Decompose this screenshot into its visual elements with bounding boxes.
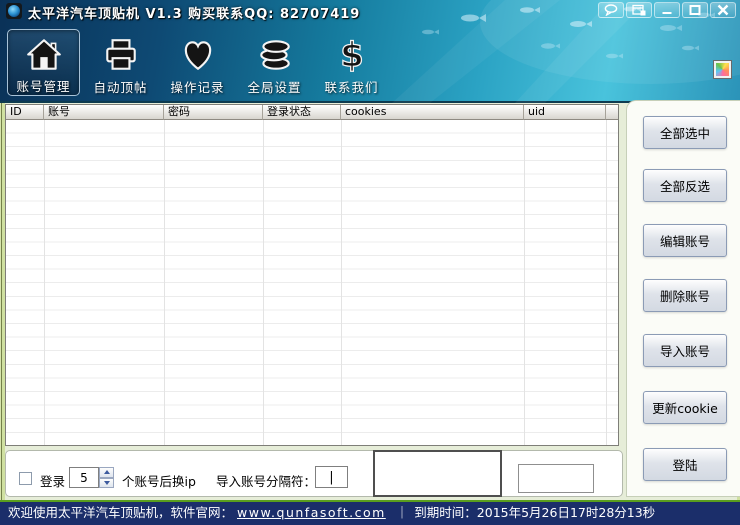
official-site-link[interactable]: www.qunfasoft.com [237, 505, 386, 520]
expiry-value: 2015年5月26日17时28分13秒 [477, 505, 655, 520]
window-title: 太平洋汽车顶贴机 V1.3 购买联系QQ: 82707419 [28, 3, 360, 22]
account-table-body[interactable] [6, 120, 618, 445]
minimize-button[interactable] [654, 2, 680, 18]
coins-icon [256, 34, 294, 76]
preview-box-small [518, 464, 594, 493]
toolbar-item-home[interactable]: 账号管理 [7, 29, 80, 96]
printer-icon [102, 34, 140, 76]
column-grid-line [44, 120, 45, 445]
window-edit-icon [631, 1, 647, 20]
import-separator-label: 导入账号分隔符： [216, 471, 316, 490]
column-grid-line [606, 120, 607, 445]
toolbar-item-label: 全局设置 [247, 77, 301, 96]
banner: 太平洋汽车顶贴机 V1.3 购买联系QQ: 82707419 账号管理 自动顶帖 操… [0, 0, 740, 103]
toolbar-item-label: 自动顶帖 [93, 77, 147, 96]
side-action-panel: 全部选中全部反选编辑账号删除账号导入账号更新cookie 登陆 [626, 100, 740, 497]
expiry-label: 到期时间： [414, 505, 477, 520]
edit-account-button[interactable]: 编辑账号 [643, 224, 727, 257]
app-window: 太平洋汽车顶贴机 V1.3 购买联系QQ: 82707419 账号管理 自动顶帖 操… [0, 0, 740, 525]
login-checkbox-label: 登录 [40, 471, 65, 490]
accounts-per-ip-spinner [99, 467, 114, 488]
status-divider: ｜ [396, 505, 409, 520]
toolbar-item-dollar[interactable]: $ 联系我们 [315, 29, 388, 96]
spinner-up-icon[interactable] [99, 467, 114, 478]
status-bar: 欢迎使用太平洋汽车顶贴机，软件官网： www.qunfasoft.com ｜ 到期时间… [0, 500, 740, 525]
toolbar-item-label: 操作记录 [170, 77, 224, 96]
preview-box-large [373, 450, 502, 497]
heart-icon [179, 34, 217, 76]
column-header-登录状态[interactable]: 登录状态 [263, 105, 341, 120]
maximize-icon [687, 1, 703, 20]
column-grid-line [164, 120, 165, 445]
account-table: ID账号密码登录状态cookiesuid [5, 104, 619, 446]
column-header-ID[interactable]: ID [6, 105, 44, 120]
column-grid-line [341, 120, 342, 445]
chat-icon [603, 1, 619, 20]
invert-selection-button[interactable]: 全部反选 [643, 169, 727, 202]
close-button[interactable] [710, 2, 736, 18]
column-header-密码[interactable]: 密码 [164, 105, 263, 120]
column-grid-line [263, 120, 264, 445]
update-cookie-button[interactable]: 更新cookie [643, 391, 727, 424]
spinner-down-icon[interactable] [99, 478, 114, 489]
column-header-账号[interactable]: 账号 [44, 105, 164, 120]
delete-account-button[interactable]: 删除账号 [643, 279, 727, 312]
import-separator-input[interactable] [315, 466, 348, 488]
login-switch-ip-checkbox[interactable] [19, 472, 32, 485]
skin-palette-icon[interactable] [714, 61, 731, 78]
app-logo-icon[interactable] [6, 3, 22, 19]
home-icon [25, 35, 63, 75]
column-header-uid[interactable]: uid [524, 105, 606, 120]
close-icon [715, 1, 731, 20]
column-grid-line [524, 120, 525, 445]
column-header-extra[interactable] [606, 105, 618, 120]
toolbar-item-heart[interactable]: 操作记录 [161, 29, 234, 96]
dollar-icon: $ [333, 34, 371, 76]
chat-button[interactable] [598, 2, 624, 18]
toolbar-item-coins[interactable]: 全局设置 [238, 29, 311, 96]
select-all-button[interactable]: 全部选中 [643, 116, 727, 149]
toolbar-item-label: 联系我们 [324, 77, 378, 96]
import-account-button[interactable]: 导入账号 [643, 334, 727, 367]
minimize-icon [659, 1, 675, 20]
toolbar-item-label: 账号管理 [16, 76, 70, 95]
accounts-per-ip-suffix-label: 个账号后换ip [122, 471, 196, 490]
window-edit-button[interactable] [626, 2, 652, 18]
logo-orb [8, 5, 20, 17]
accounts-per-ip-input[interactable] [69, 467, 99, 488]
window-controls [598, 2, 736, 18]
account-table-header: ID账号密码登录状态cookiesuid [6, 105, 618, 120]
toolbar-item-printer[interactable]: 自动顶帖 [84, 29, 157, 96]
maximize-button[interactable] [682, 2, 708, 18]
svg-text:$: $ [340, 36, 364, 74]
column-header-cookies[interactable]: cookies [341, 105, 524, 120]
login-button[interactable]: 登陆 [643, 448, 727, 481]
status-welcome-text: 欢迎使用太平洋汽车顶贴机，软件官网： [8, 505, 233, 520]
